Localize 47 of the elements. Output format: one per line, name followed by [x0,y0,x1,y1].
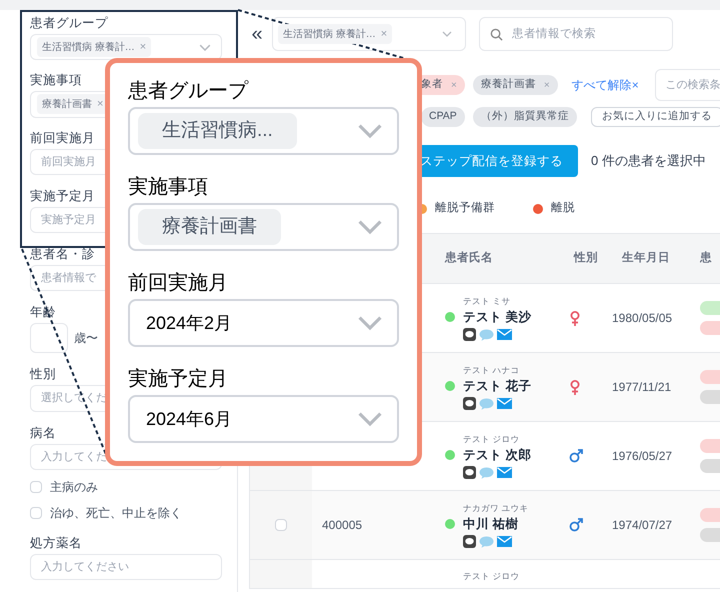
field-label: 実施事項 [128,175,209,200]
checkbox-label: 主病のみ [50,478,98,496]
column-header: 生年月日 [620,250,671,266]
selected-tag: 療養計画書 [138,209,281,245]
patient-name: 中川 祐樹 [463,516,518,532]
name-kana: ナカガワ ユウキ [462,502,530,514]
tag-label: 療養計画書 [42,98,92,112]
birth-date: 1977/11/21 [612,379,672,396]
column-header: 患 [700,250,713,266]
field-label: 病名 [30,424,56,442]
birth-date: 1980/05/05 [612,310,672,327]
field-label: 実施予定月 [30,188,95,205]
table-cell-text: 400005 [322,517,362,534]
field-label: 実施予定月 [128,367,229,392]
filter-tag: CPAP [421,107,465,127]
filter-tag: （外）脂質異常症 [472,107,577,127]
checkbox-label: 治ゆ、死亡、中止を除く [50,504,182,522]
name-kana: テスト ハナコ [462,364,520,376]
name-kana: テスト ミサ [462,294,512,308]
patient-name: テスト 美沙 [463,308,532,326]
patient-name: テスト 花子 [463,378,532,394]
field-label: 前回実施月 [128,271,229,296]
tag-label: 象者 [421,77,443,92]
field-label: 患者グループ [30,15,108,32]
selected-tag: 生活習慣病... [138,113,297,149]
tag-label: 療養計画書 [480,77,536,92]
birth-date: 1976/05/27 [612,448,672,465]
field-value: 2024年6月 [145,408,232,430]
legend-label: 離脱予備群 [435,200,495,216]
field-label: 処方薬名 [30,534,82,552]
birth-date: 1974/07/27 [612,517,672,534]
unit-label: 歳〜 [74,330,98,348]
tag-label: 生活習慣病 療養計… [283,28,376,42]
field-label: 患者グループ [128,79,250,104]
field-label: 実施事項 [30,72,82,90]
field-label: 前回実施月 [30,130,95,146]
patient-name: テスト 次郎 [463,446,532,464]
selection-count: 0 件の患者を選択中 [591,152,706,170]
tag-label: 生活習慣病 療養計… [42,40,135,55]
name-kana: テスト ジロウ [462,432,520,446]
column-header: 患者氏名 [444,250,494,266]
field-value: 2024年2月 [145,312,232,334]
legend-label: 離脱 [551,200,575,216]
name-kana: テスト ジロウ [462,570,520,583]
field-label: 性別 [30,366,56,384]
column-header: 性別 [572,250,599,266]
field-label: 患者名・診 [30,246,95,263]
